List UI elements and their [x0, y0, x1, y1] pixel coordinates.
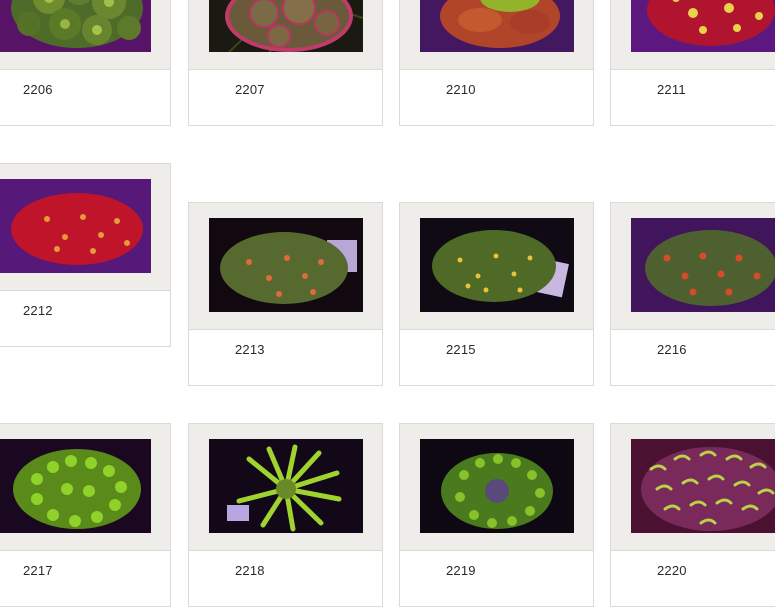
product-id-label: 2216 [657, 342, 687, 357]
coral-branching-pink-green-icon [631, 439, 775, 533]
coral-mushroom-red-yellow-spots-icon [631, 0, 775, 52]
product-id-label: 2220 [657, 563, 687, 578]
product-card[interactable]: 2213 [188, 202, 383, 386]
product-thumbnail-frame [611, 0, 775, 70]
product-card[interactable]: 2211 [610, 0, 775, 126]
coral-photo-icon[interactable] [420, 0, 574, 52]
coral-hammer-lime-icon [209, 439, 363, 533]
product-thumbnail-frame [189, 424, 382, 551]
coral-photo-icon[interactable] [209, 218, 363, 312]
product-thumbnail-frame [611, 424, 775, 551]
product-card[interactable]: 2210 [399, 0, 594, 126]
product-thumbnail-frame [400, 424, 593, 551]
coral-hammer-green-icon [0, 439, 151, 533]
product-thumbnail-frame [189, 203, 382, 330]
product-id-label: 2207 [235, 82, 265, 97]
coral-photo-icon[interactable] [0, 0, 151, 52]
product-id-label: 2217 [23, 563, 53, 578]
coral-photo-icon[interactable] [0, 439, 151, 533]
coral-hammer-green-dark-icon [420, 439, 574, 533]
coral-mushroom-orange-green-icon [420, 0, 574, 52]
product-thumbnail-frame [0, 424, 170, 551]
coral-mushroom-green-cluster-icon [0, 0, 151, 52]
product-id-label: 2219 [446, 563, 476, 578]
product-id-label: 2210 [446, 82, 476, 97]
product-thumbnail-frame [400, 0, 593, 70]
coral-photo-icon[interactable] [0, 179, 151, 273]
coral-photo-icon[interactable] [631, 439, 775, 533]
product-card[interactable]: 2217 [0, 423, 171, 607]
coral-mushroom-green-orange-dots-icon [209, 218, 363, 312]
coral-photo-icon[interactable] [209, 439, 363, 533]
product-id-label: 2215 [446, 342, 476, 357]
coral-photo-icon[interactable] [420, 439, 574, 533]
product-card[interactable]: 2218 [188, 423, 383, 607]
product-thumbnail-frame [611, 203, 775, 330]
product-id-label: 2206 [23, 82, 53, 97]
coral-photo-icon[interactable] [209, 0, 363, 52]
product-id-label: 2212 [23, 303, 53, 318]
coral-photo-icon[interactable] [631, 0, 775, 52]
coral-mushroom-pink-rim-icon [209, 0, 363, 52]
product-thumbnail-frame [189, 0, 382, 70]
product-card[interactable]: 2206 [0, 0, 171, 126]
coral-mushroom-green-yellow-dots-icon [420, 218, 574, 312]
product-card[interactable]: 2215 [399, 202, 594, 386]
product-id-label: 2213 [235, 342, 265, 357]
coral-photo-icon[interactable] [631, 218, 775, 312]
product-thumbnail-frame [400, 203, 593, 330]
product-grid: 2206 2207 2210 2211 2212 2213 2215 2216 … [0, 0, 775, 610]
product-thumbnail-frame [0, 164, 170, 291]
coral-mushroom-green-red-dots-icon [631, 218, 775, 312]
product-card[interactable]: 2212 [0, 163, 171, 347]
product-id-label: 2218 [235, 563, 265, 578]
coral-mushroom-red-spots-icon [0, 179, 151, 273]
product-thumbnail-frame [0, 0, 170, 70]
product-id-label: 2211 [657, 82, 686, 97]
product-card[interactable]: 2216 [610, 202, 775, 386]
product-card[interactable]: 2219 [399, 423, 594, 607]
coral-photo-icon[interactable] [420, 218, 574, 312]
product-card[interactable]: 2207 [188, 0, 383, 126]
product-card[interactable]: 2220 [610, 423, 775, 607]
